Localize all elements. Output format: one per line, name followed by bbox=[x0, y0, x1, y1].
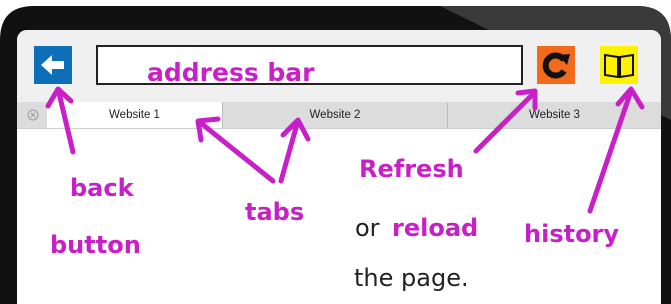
history-button[interactable] bbox=[600, 46, 638, 84]
address-bar-label: address bar bbox=[147, 58, 315, 87]
back-button[interactable] bbox=[34, 46, 72, 84]
tab-label: Website 2 bbox=[309, 109, 361, 121]
tab-website-1[interactable]: Website 1 bbox=[47, 102, 222, 128]
refresh-icon bbox=[542, 52, 570, 79]
button-label: button bbox=[50, 231, 141, 259]
browser-toolbar bbox=[17, 30, 661, 102]
browser-screen: Website 1 Website 2 Website 3 bbox=[17, 30, 661, 304]
tab-label: Website 1 bbox=[109, 109, 160, 121]
reload-label: reload bbox=[392, 214, 479, 242]
history-label: history bbox=[524, 220, 620, 248]
refresh-label: Refresh bbox=[359, 155, 464, 183]
tablet-device: Website 1 Website 2 Website 3 address ba… bbox=[0, 0, 671, 304]
refresh-button[interactable] bbox=[537, 46, 575, 84]
or-text: or bbox=[355, 214, 380, 242]
arrow-left-icon bbox=[41, 55, 64, 75]
book-icon bbox=[604, 53, 634, 79]
close-circle-icon[interactable] bbox=[27, 109, 39, 121]
back-label: back bbox=[70, 174, 134, 202]
tab-website-2[interactable]: Website 2 bbox=[222, 102, 447, 128]
tabs-label: tabs bbox=[245, 198, 305, 226]
tab-website-3[interactable]: Website 3 bbox=[447, 102, 661, 128]
the-page-text: the page. bbox=[354, 264, 469, 292]
tab-label: Website 3 bbox=[529, 109, 580, 121]
